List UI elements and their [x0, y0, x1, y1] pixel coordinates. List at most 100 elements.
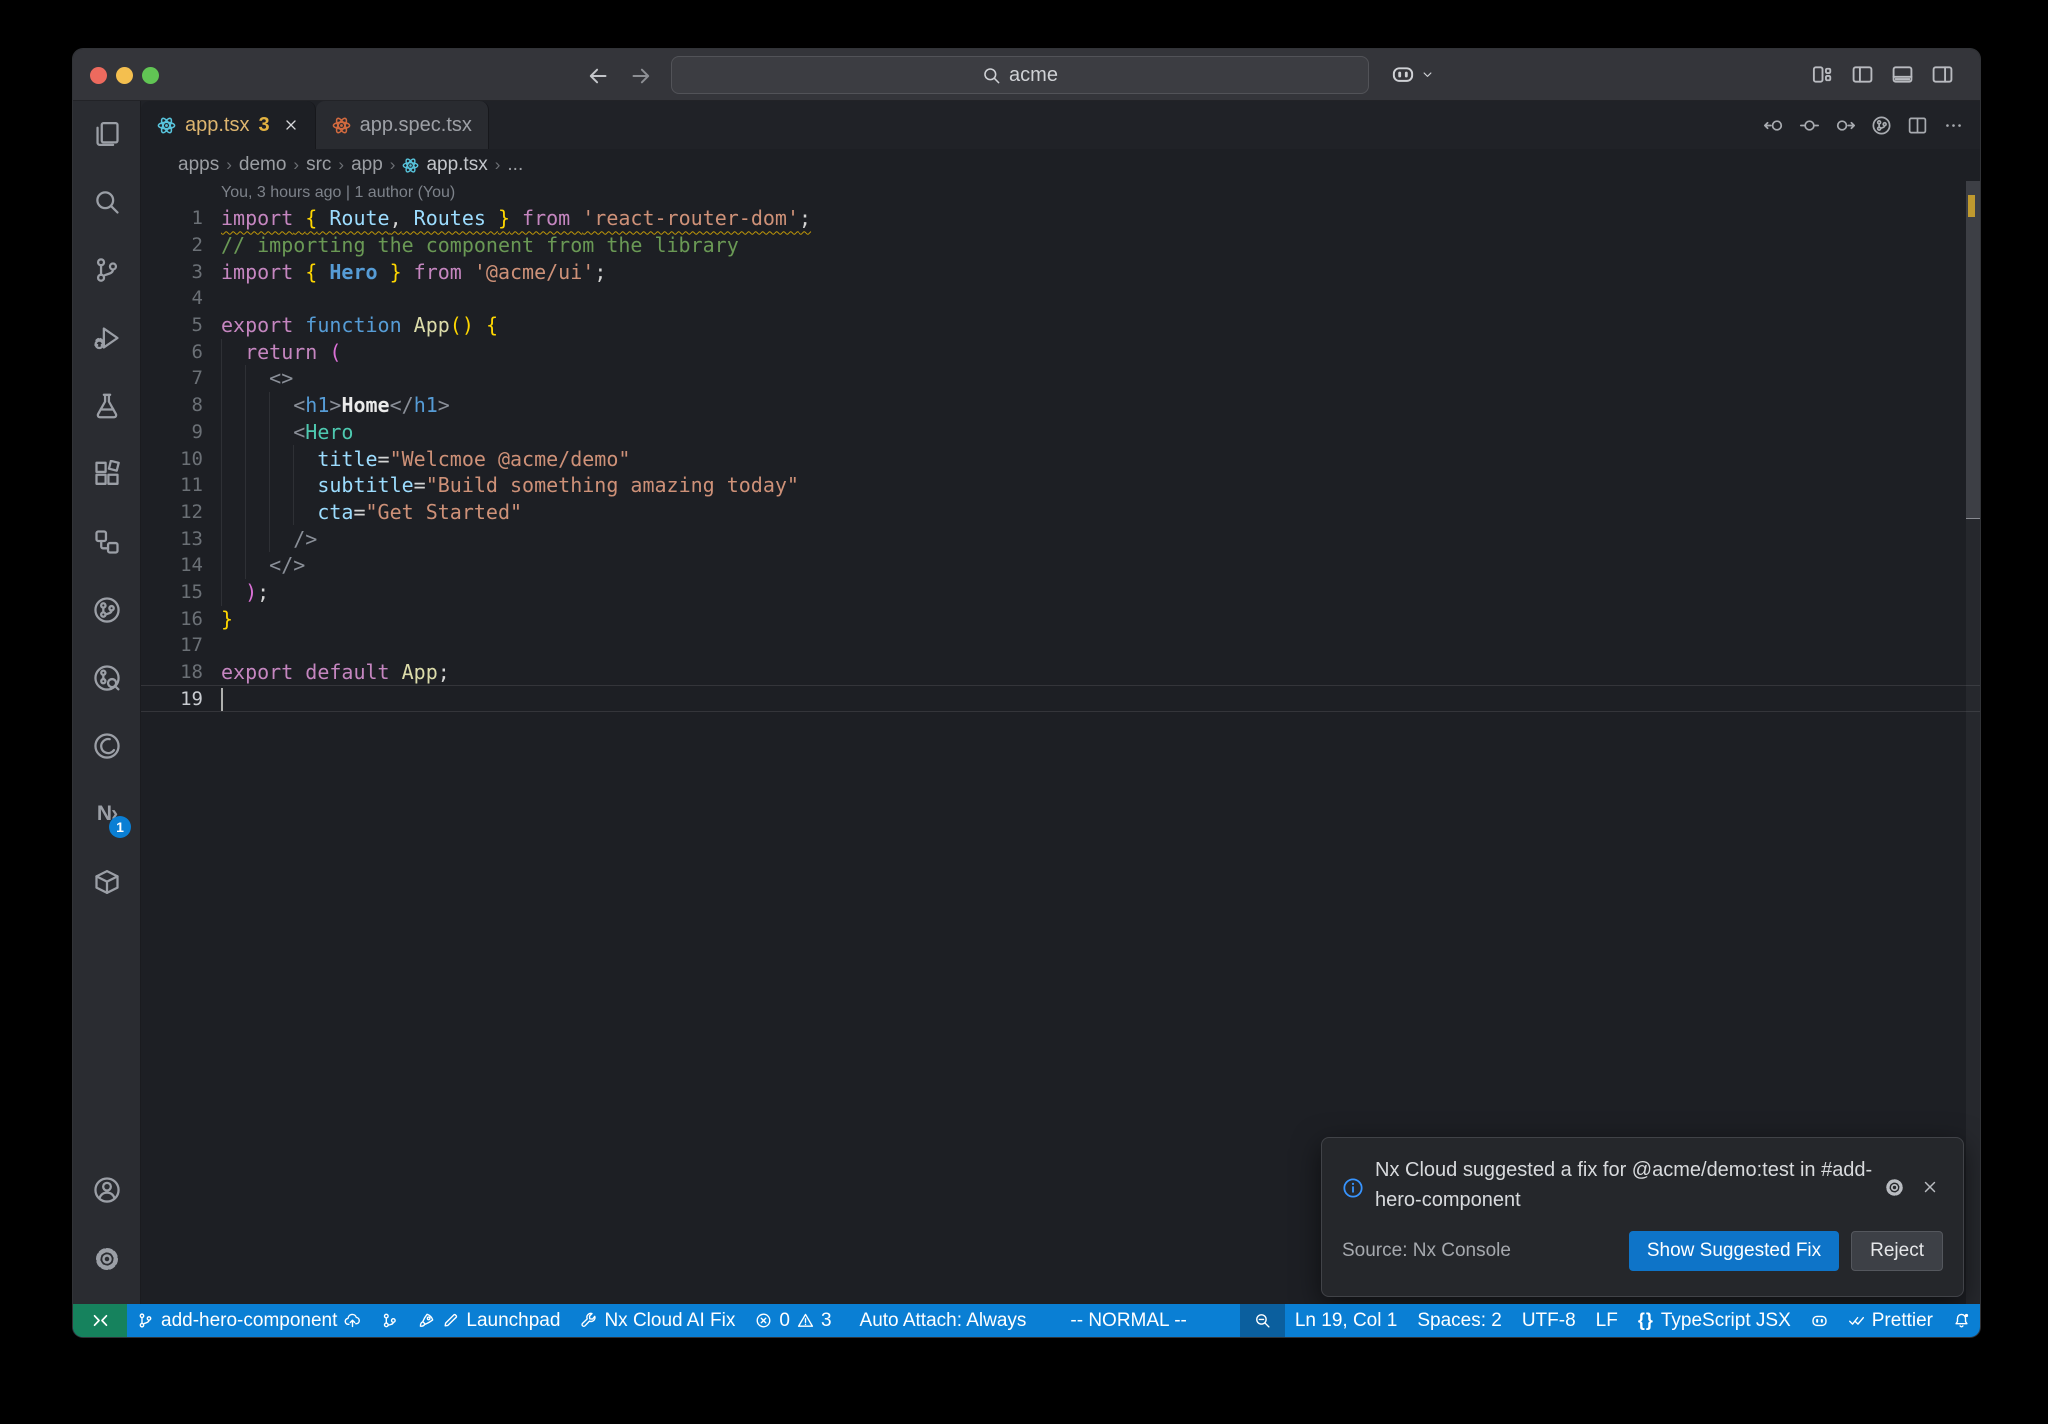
status-problems[interactable]: 03	[745, 1304, 841, 1337]
breadcrumb-item[interactable]: demo	[239, 154, 287, 176]
activity-nx-console[interactable]: N› 1	[73, 786, 141, 842]
code-line-12[interactable]: 12 cta="Get Started"	[141, 499, 1980, 526]
status-label: -- NORMAL --	[1070, 1309, 1187, 1331]
code-editor[interactable]: You, 3 hours ago | 1 author (You) 1 impor…	[141, 181, 1980, 1304]
code-line-5[interactable]: 5 export function App() {	[141, 312, 1980, 339]
code-line-9[interactable]: 9 <Hero	[141, 419, 1980, 446]
error-icon	[755, 1312, 772, 1329]
activity-project-details[interactable]	[73, 514, 141, 570]
activity-settings[interactable]	[73, 1231, 141, 1287]
status-remote-indicator[interactable]	[73, 1304, 127, 1337]
git-branch-icon	[137, 1312, 154, 1329]
activity-run-debug[interactable]	[73, 310, 141, 366]
status-eol[interactable]: LF	[1586, 1304, 1628, 1337]
gitlens-blame-annotation: You, 3 hours ago | 1 author (You)	[221, 184, 456, 201]
activity-accounts[interactable]	[73, 1162, 141, 1218]
code-line-4[interactable]: 4	[141, 285, 1980, 312]
notification-toast: Nx Cloud suggested a fix for @acme/demo:…	[1321, 1137, 1964, 1297]
breadcrumb-item[interactable]: app	[351, 154, 383, 176]
next-change-icon[interactable]	[1835, 115, 1856, 136]
tab-app.tsx[interactable]: app.tsx 3	[141, 101, 316, 149]
activity-source-control[interactable]	[73, 242, 141, 298]
editor-actions	[1763, 101, 1964, 149]
code-line-19[interactable]: 19	[141, 685, 1980, 713]
macos-minimize-button[interactable]	[116, 67, 133, 84]
status-git-branch[interactable]: add-hero-component	[127, 1304, 371, 1337]
line-content: import { Route, Routes } from 'react-rou…	[221, 206, 812, 231]
status-encoding[interactable]: UTF-8	[1512, 1304, 1586, 1337]
status-gitlens-launchpad[interactable]: Launchpad	[408, 1304, 570, 1337]
breadcrumb[interactable]: apps › demo › src › app › app.tsx ›...	[141, 149, 1980, 181]
tab-bar: app.tsx 3 app.spec.tsx	[141, 101, 1980, 149]
toggle-secondary-sidebar-icon[interactable]	[1931, 63, 1954, 86]
code-line-3[interactable]: 3 import { Hero } from '@acme/ui';	[141, 258, 1980, 285]
toggle-primary-sidebar-icon[interactable]	[1851, 63, 1874, 86]
code-line-14[interactable]: 14 </>	[141, 552, 1980, 579]
split-editor-icon[interactable]	[1907, 115, 1928, 136]
line-number: 3	[191, 260, 203, 283]
file-history-icon[interactable]	[1871, 115, 1892, 136]
activity-package-explorer[interactable]	[73, 854, 141, 910]
code-line-7[interactable]: 7 <>	[141, 365, 1980, 392]
status-vim-mode[interactable]: -- NORMAL --	[1044, 1304, 1212, 1337]
open-changes-icon[interactable]	[1799, 115, 1820, 136]
toggle-panel-icon[interactable]	[1891, 63, 1914, 86]
activity-edge-tools[interactable]	[73, 718, 141, 774]
tab-label: app.tsx	[185, 113, 250, 136]
editor-scrollbar[interactable]	[1966, 181, 1980, 1304]
more-actions-icon[interactable]	[1943, 115, 1964, 136]
command-center-search[interactable]: acme	[671, 56, 1369, 94]
customize-layout-icon[interactable]	[1811, 63, 1834, 86]
status-cursor-position[interactable]: Ln 19, Col 1	[1285, 1304, 1407, 1337]
copilot-menu[interactable]	[1391, 62, 1435, 86]
notification-source: Source: Nx Console	[1342, 1240, 1511, 1261]
code-line-17[interactable]: 17	[141, 632, 1980, 659]
activity-search[interactable]	[73, 174, 141, 230]
activity-gitlens[interactable]	[73, 582, 141, 638]
activity-gitlens-inspect[interactable]	[73, 650, 141, 706]
status-formatter[interactable]: Prettier	[1838, 1304, 1943, 1337]
code-line-13[interactable]: 13 />	[141, 525, 1980, 552]
status-auto-attach[interactable]: Auto Attach: Always	[842, 1304, 1045, 1337]
status-zoom-indicator[interactable]	[1239, 1304, 1285, 1337]
tab-app.spec.tsx[interactable]: app.spec.tsx	[315, 101, 489, 149]
breadcrumb-item[interactable]: apps	[178, 154, 219, 176]
status-copilot-status[interactable]	[1801, 1304, 1838, 1337]
code-line-8[interactable]: 8 <h1>Home</h1>	[141, 392, 1980, 419]
previous-change-icon[interactable]	[1763, 115, 1784, 136]
macos-close-button[interactable]	[90, 67, 107, 84]
code-line-2[interactable]: 2 // importing the component from the lib…	[141, 232, 1980, 259]
breadcrumb-file[interactable]: app.tsx	[426, 154, 487, 176]
status-nx-cloud-ai-fix[interactable]: Nx Cloud AI Fix	[570, 1304, 745, 1337]
status-label: 0	[779, 1309, 790, 1331]
line-number: 16	[180, 607, 203, 630]
beaker-icon	[93, 392, 121, 420]
show-suggested-fix-button[interactable]: Show Suggested Fix	[1628, 1231, 1840, 1271]
code-line-15[interactable]: 15 );	[141, 579, 1980, 606]
breadcrumb-separator: ›	[293, 155, 300, 174]
scrollbar-slider[interactable]	[1966, 181, 1980, 519]
tab-close-icon[interactable]	[283, 117, 299, 133]
notification-close-icon[interactable]	[1921, 1159, 1939, 1215]
macos-maximize-button[interactable]	[142, 67, 159, 84]
status-notifications-bell[interactable]	[1943, 1304, 1980, 1337]
activity-extensions[interactable]	[73, 446, 141, 502]
status-indentation[interactable]: Spaces: 2	[1407, 1304, 1512, 1337]
code-line-10[interactable]: 10 title="Welcmoe @acme/demo"	[141, 445, 1980, 472]
activity-testing[interactable]	[73, 378, 141, 434]
code-line-18[interactable]: 18 export default App;	[141, 659, 1980, 686]
breadcrumb-symbol-ellipsis[interactable]: ...	[507, 154, 523, 176]
reject-button[interactable]: Reject	[1851, 1231, 1943, 1271]
navigate-forward-icon[interactable]	[629, 64, 653, 88]
status-language-mode[interactable]: {} TypeScript JSX	[1628, 1304, 1801, 1337]
notification-settings-icon[interactable]	[1884, 1159, 1905, 1215]
status-commit-graph[interactable]	[371, 1304, 408, 1337]
navigate-back-icon[interactable]	[586, 64, 610, 88]
activity-explorer[interactable]	[73, 106, 141, 162]
breadcrumb-item[interactable]: src	[306, 154, 331, 176]
line-number: 12	[180, 500, 203, 523]
code-line-1[interactable]: 1 import { Route, Routes } from 'react-ro…	[141, 205, 1980, 232]
code-line-16[interactable]: 16}	[141, 605, 1980, 632]
code-line-6[interactable]: 6 return (	[141, 338, 1980, 365]
code-line-11[interactable]: 11 subtitle="Build something amazing tod…	[141, 472, 1980, 499]
